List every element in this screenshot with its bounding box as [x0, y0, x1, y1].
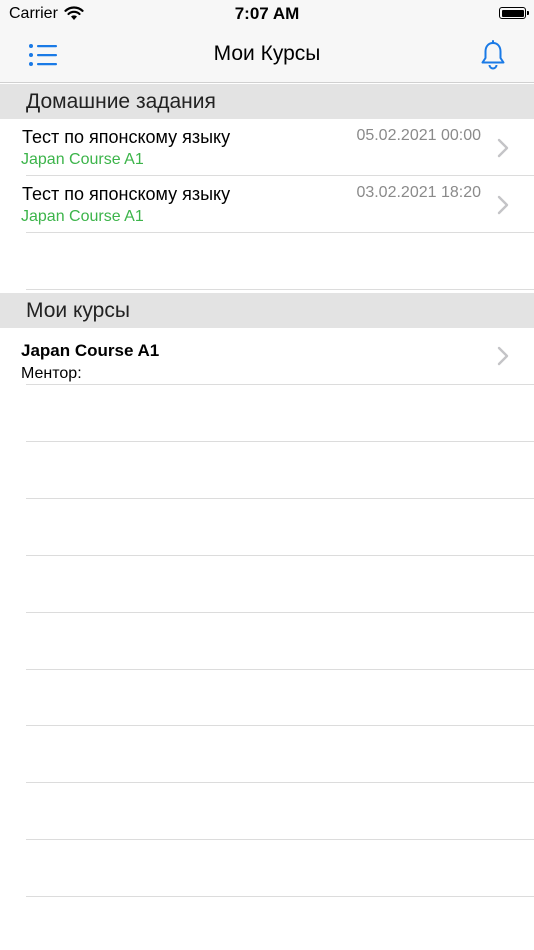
row-divider: [26, 289, 534, 290]
chevron-right-icon: [497, 346, 509, 366]
row-divider: [26, 612, 534, 613]
row-divider: [26, 232, 534, 233]
homework-course: Japan Course A1: [21, 151, 144, 168]
clock: 7:07 AM: [234, 4, 300, 23]
row-divider: [26, 782, 534, 783]
row-divider: [26, 669, 534, 670]
courses-section-header: Мои курсы: [0, 293, 534, 328]
homework-row[interactable]: Тест по японскому языку Japan Course A1 …: [0, 119, 534, 176]
course-mentor-label: Ментор:: [21, 365, 82, 382]
nav-bar: Мои Курсы: [0, 28, 534, 83]
course-title: Japan Course A1: [21, 341, 160, 360]
row-divider: [26, 498, 534, 499]
homework-title: Тест по японскому языку: [22, 184, 231, 204]
course-row[interactable]: Japan Course A1 Ментор:: [0, 328, 534, 385]
row-divider: [26, 555, 534, 556]
chevron-right-icon: [497, 195, 509, 215]
homework-date: 05.02.2021 00:00: [356, 127, 481, 144]
homework-course: Japan Course A1: [21, 208, 144, 225]
homework-title: Тест по японскому языку: [22, 127, 231, 147]
row-divider: [26, 384, 534, 385]
battery-icon: [499, 7, 529, 19]
bell-icon[interactable]: [479, 40, 507, 70]
homework-section-header: Домашние задания: [0, 84, 534, 119]
row-divider: [26, 896, 534, 897]
homework-row[interactable]: Тест по японскому языку Japan Course A1 …: [0, 176, 534, 233]
row-divider: [26, 725, 534, 726]
chevron-right-icon: [497, 138, 509, 158]
homework-date: 03.02.2021 18:20: [356, 184, 481, 201]
row-divider: [26, 441, 534, 442]
status-bar: Carrier 7:07 AM: [0, 0, 534, 28]
page-title: Мои Курсы: [213, 42, 321, 65]
row-divider: [26, 839, 534, 840]
